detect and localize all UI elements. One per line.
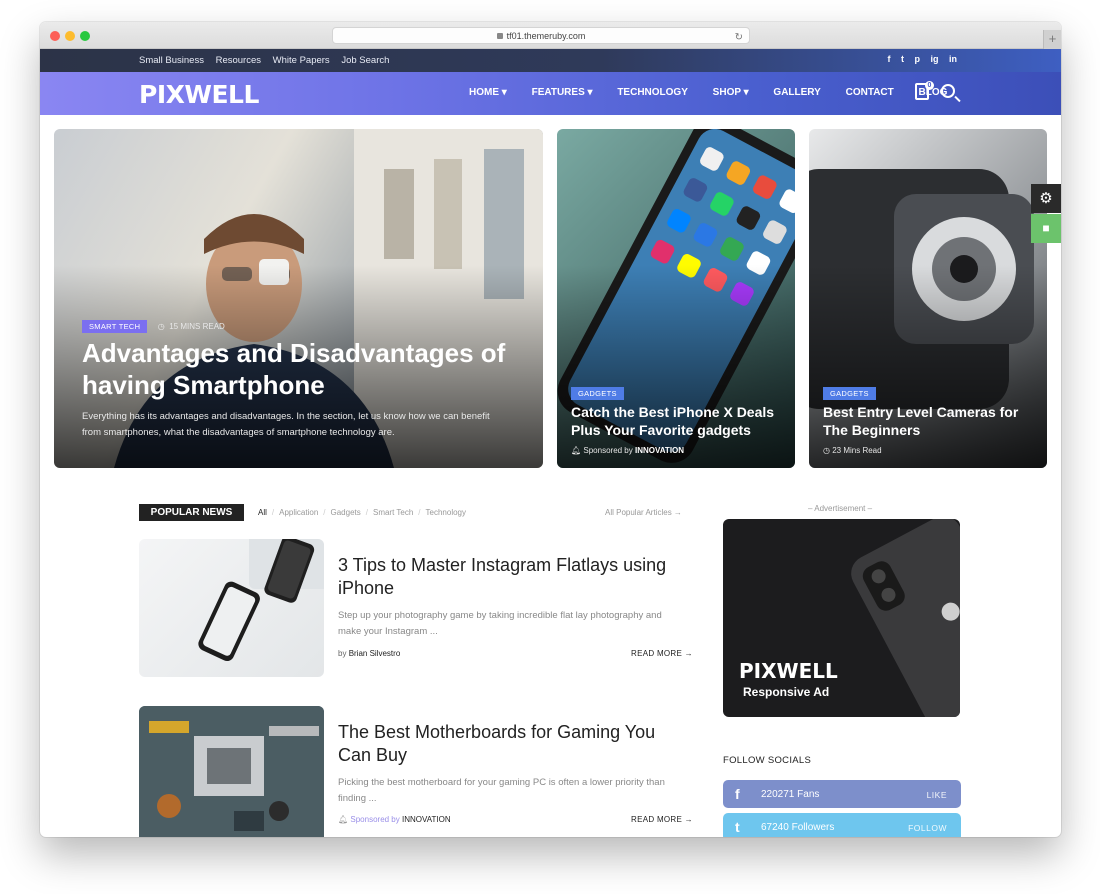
main-nav: PIXWELL HOME ▾ FEATURES ▾ TECHNOLOGY SHO… — [40, 72, 1061, 115]
twitter-followers-count: 67240 Followers — [761, 822, 835, 833]
search-icon[interactable] — [941, 84, 955, 98]
hero-card-main[interactable]: SMART TECH ◷ 15 MINS READ Advantages and… — [54, 129, 543, 468]
top-bar: Small Business Resources White Papers Jo… — [40, 49, 1061, 72]
sponsor-name[interactable]: INNOVATION — [402, 815, 451, 824]
facebook-icon[interactable]: f — [887, 54, 890, 64]
read-time: 23 Mins Read — [832, 446, 882, 455]
bell-icon: 🔔︎ — [338, 815, 349, 824]
filter-gadgets[interactable]: Gadgets — [331, 508, 361, 517]
follow-button[interactable]: FOLLOW — [908, 823, 947, 833]
sponsor-name[interactable]: INNOVATION — [635, 446, 684, 455]
by-label: by — [338, 649, 347, 658]
nav-item-shop[interactable]: SHOP ▾ — [713, 87, 749, 98]
article-1-image-art — [198, 539, 324, 662]
instagram-icon[interactable]: ig — [930, 54, 938, 64]
top-link-small-business[interactable]: Small Business — [139, 55, 204, 66]
article-1-meta: by Brian Silvestro — [338, 649, 400, 658]
category-tag[interactable]: SMART TECH — [82, 320, 148, 333]
nav-item-gallery[interactable]: GALLERY — [773, 87, 820, 98]
top-links: Small Business Resources White Papers Jo… — [139, 55, 398, 66]
site-logo[interactable]: PIXWELL — [139, 80, 259, 109]
twitter-icon: t — [735, 819, 740, 835]
article-1-read-more[interactable]: READ MORE → — [631, 649, 693, 658]
all-popular-articles-link[interactable]: All Popular Articles → — [605, 508, 682, 517]
hero-camera-title[interactable]: Best Entry Level Cameras for The Beginne… — [823, 403, 1038, 439]
hero-card-camera[interactable]: GADGETS Best Entry Level Cameras for The… — [809, 129, 1047, 468]
article-2-meta: 🔔︎ Sponsored by INNOVATION — [338, 815, 451, 824]
hero-iphone-meta: 🔔︎ Sponsored by INNOVATION — [571, 446, 684, 455]
clock-icon: ◷ — [823, 446, 830, 455]
url-text: tf01.themeruby.com — [506, 31, 586, 41]
like-button[interactable]: LIKE — [927, 790, 947, 800]
reload-icon[interactable]: ↻ — [735, 30, 743, 46]
facebook-follow-row[interactable]: f 220271 Fans LIKE — [723, 780, 961, 808]
hero-main-desc: Everything has its advantages and disadv… — [82, 411, 490, 438]
sponsored-label: Sponsored by — [583, 446, 633, 455]
nav-menu: HOME ▾ FEATURES ▾ TECHNOLOGY SHOP ▾ GALL… — [469, 87, 969, 98]
ad-text: Responsive Ad — [743, 685, 830, 699]
popular-news-label: POPULAR NEWS — [139, 504, 244, 521]
article-2-image[interactable] — [139, 706, 324, 837]
read-time: 15 MINS READ — [169, 322, 225, 331]
category-tag[interactable]: GADGETS — [823, 387, 876, 400]
article-2-title[interactable]: The Best Motherboards for Gaming You Can… — [338, 721, 683, 767]
top-link-job-search[interactable]: Job Search — [341, 55, 389, 66]
article-1-excerpt: Step up your photography game by taking … — [338, 610, 662, 637]
filter-application[interactable]: Application — [279, 508, 318, 517]
filter-all[interactable]: All — [258, 508, 267, 517]
shopping-bag-icon[interactable]: ■ — [1031, 214, 1061, 243]
author-name[interactable]: Brian Silvestro — [349, 649, 401, 658]
article-1-title[interactable]: 3 Tips to Master Instagram Flatlays usin… — [338, 554, 683, 600]
top-link-white-papers[interactable]: White Papers — [273, 55, 330, 66]
hero-iphone-tag-wrap: GADGETS — [571, 383, 624, 401]
hero-iphone-title[interactable]: Catch the Best iPhone X Deals Plus Your … — [571, 403, 786, 439]
follow-socials-title: FOLLOW SOCIALS — [723, 755, 812, 766]
hero-camera-meta: ◷ 23 Mins Read — [823, 446, 882, 455]
top-link-resources[interactable]: Resources — [216, 55, 261, 66]
maximize-window-button[interactable] — [80, 31, 90, 41]
nav-item-features[interactable]: FEATURES ▾ — [532, 87, 593, 98]
nav-item-contact[interactable]: CONTACT — [846, 87, 894, 98]
minimize-window-button[interactable] — [65, 31, 75, 41]
hero-camera-tag-wrap: GADGETS — [823, 383, 876, 401]
advertisement-label: – Advertisement – — [808, 504, 873, 513]
ad-logo: PIXWELL — [739, 659, 838, 683]
twitter-follow-row[interactable]: t 67240 Followers FOLLOW — [723, 813, 961, 837]
linkedin-icon[interactable]: in — [949, 54, 957, 64]
address-bar[interactable]: tf01.themeruby.com ↻ — [332, 27, 750, 44]
facebook-fans-count: 220271 Fans — [761, 789, 820, 800]
settings-gear-icon[interactable]: ⚙ — [1031, 184, 1061, 213]
article-1-image[interactable] — [139, 539, 324, 677]
category-tag[interactable]: GADGETS — [571, 387, 624, 400]
cart-count-badge: 0 — [925, 81, 934, 90]
browser-toolbar: tf01.themeruby.com ↻ + — [40, 22, 1061, 49]
new-tab-button[interactable]: + — [1043, 30, 1061, 49]
filter-smart-tech[interactable]: Smart Tech — [373, 508, 413, 517]
sponsored-label: Sponsored by — [350, 815, 400, 824]
lock-icon — [496, 33, 503, 39]
filter-technology[interactable]: Technology — [426, 508, 466, 517]
top-socials: f t p ig in — [879, 54, 957, 64]
hero-main-meta: SMART TECH ◷ 15 MINS READ — [82, 316, 225, 334]
twitter-icon[interactable]: t — [901, 54, 904, 64]
browser-window: tf01.themeruby.com ↻ + Small Business Re… — [40, 22, 1061, 837]
nav-item-home[interactable]: HOME ▾ — [469, 87, 507, 98]
popular-filters: All / Application / Gadgets / Smart Tech / Techn… — [258, 508, 467, 517]
bell-icon: 🔔︎ — [571, 446, 582, 455]
facebook-icon: f — [735, 786, 740, 802]
hero-card-iphone[interactable]: GADGETS Catch the Best iPhone X Deals Pl… — [557, 129, 795, 468]
article-2-image-art — [139, 706, 324, 837]
pinterest-icon[interactable]: p — [914, 54, 920, 64]
ad-banner[interactable]: PIXWELL Responsive Ad — [723, 519, 960, 717]
close-window-button[interactable] — [50, 31, 60, 41]
nav-item-technology[interactable]: TECHNOLOGY — [617, 87, 688, 98]
article-2-excerpt: Picking the best motherboard for your ga… — [338, 777, 665, 804]
hero-main-title[interactable]: Advantages and Disadvantages of having S… — [82, 337, 512, 401]
clock-icon: ◷ — [157, 322, 165, 331]
article-2-read-more[interactable]: READ MORE → — [631, 815, 693, 824]
